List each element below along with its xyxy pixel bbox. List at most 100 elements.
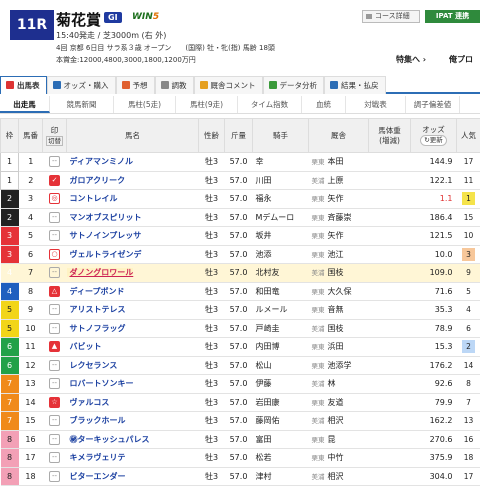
horse-name-link[interactable]: ガロアクリーク [67,176,126,185]
mark-cell[interactable]: △ [42,282,67,301]
mark-cell[interactable]: ◎ [42,189,67,209]
stable-name[interactable]: 音無 [328,305,344,314]
tab-6[interactable]: 結果・払戻 [324,76,386,94]
horse-name-cell[interactable]: キメラヴェリテ [66,448,199,468]
horse-name-cell[interactable]: ビターエンダー [66,467,199,486]
stable-cell[interactable]: 栗東 本田 [308,152,369,172]
mark-cell[interactable]: ✓ [42,171,67,190]
odds-cell[interactable]: 78.9 [410,319,457,338]
jockey-cell[interactable]: 松若 [252,448,309,468]
horse-name-link[interactable]: キメラヴェリテ [67,453,126,462]
stable-cell[interactable]: 美浦 国枝 [308,319,369,338]
mark-toggle[interactable]: -- [49,304,60,316]
horse-name-cell[interactable]: ブラックホール [66,411,199,431]
mark-toggle[interactable]: ☆ [49,396,60,408]
stable-name[interactable]: 浜田 [328,342,344,351]
table-row[interactable]: 7 13 -- ロバートソンキー 牡3 57.0 伊藤 美浦林 92.6 8 [0,374,480,394]
stable-name[interactable]: 中竹 [328,453,344,462]
subtab-3[interactable]: 馬柱(9走) [176,96,238,113]
stable-cell[interactable]: 美浦 上原 [308,171,369,190]
jockey-cell[interactable]: 津村 [252,467,309,486]
mark-toggle[interactable]: -- [49,359,60,371]
odds-cell[interactable]: 35.3 [410,300,457,320]
mark-cell[interactable]: -- [42,430,67,449]
mark-toggle[interactable]: -- [49,156,60,168]
odds-cell[interactable]: 176.2 [410,356,457,375]
stable-name[interactable]: 矢作 [328,194,344,203]
mark-toggle[interactable]: ◎ [49,193,60,205]
horse-name-link[interactable]: ディアマンミノル [67,157,133,166]
odds-cell[interactable]: 109.0 [410,263,457,283]
mark-toggle[interactable]: -- [49,470,60,482]
mark-cell[interactable]: -- [42,263,67,283]
horse-name-cell[interactable]: ガロアクリーク [66,171,199,190]
subtab-4[interactable]: タイム指数 [238,96,302,113]
stable-cell[interactable]: 美浦 相沢 [308,411,369,431]
stable-name[interactable]: 国枝 [328,324,344,333]
horse-name-cell[interactable]: レクセランス [66,356,199,375]
table-row[interactable]: 5 10 -- サトノフラッグ 牡3 57.0 戸崎圭 美浦 国枝 78.9 6 [0,319,480,338]
table-row[interactable]: 4 8 △ ディープボンド 牡3 57.0 和田竜 栗東 大久保 71.6 5 [0,282,480,301]
horse-name-cell[interactable]: コントレイル [66,189,199,209]
table-row[interactable]: 8 17 -- キメラヴェリテ 牡3 57.0 松若 栗東 中竹 375.9 18 [0,448,480,468]
stable-name[interactable]: 斉藤崇 [328,213,352,222]
jockey-cell[interactable]: 伊藤 [252,374,309,394]
stable-cell[interactable]: 栗東 矢作 [308,226,369,246]
odds-cell[interactable]: 71.6 [410,282,457,301]
stable-name[interactable]: 昆 [328,435,336,444]
jockey-cell[interactable]: 池添 [252,245,309,264]
tab-5[interactable]: データ分析 [262,76,324,94]
tab-0[interactable]: 出馬表 [0,76,47,94]
stable-cell[interactable]: 栗東 浜田 [308,337,369,357]
horse-name-link[interactable]: ㊙ターキッシュパレス [67,435,150,444]
tab-2[interactable]: 予想 [115,76,155,94]
horse-name-link[interactable]: バビット [67,342,102,351]
stable-cell[interactable]: 栗東 斉藤崇 [308,208,369,227]
table-row[interactable]: 6 11 ▲ バビット 牡3 57.0 内田博 栗東 浜田 15.3 2 [0,337,480,357]
horse-name-cell[interactable]: サトノフラッグ [66,319,199,338]
table-row[interactable]: 7 14 ☆ ヴァルコス 牡3 57.0 岩田康 栗東 友道 79.9 7 [0,393,480,412]
jockey-cell[interactable]: 岩田康 [252,393,309,412]
course-detail-button[interactable]: コース詳細 [362,10,420,23]
jockey-cell[interactable]: 松山 [252,356,309,375]
stable-cell[interactable]: 栗東 矢作 [308,189,369,209]
table-row[interactable]: 1 2 ✓ ガロアクリーク 牡3 57.0 川田 美浦 上原 122.1 11 [0,170,480,190]
horse-name-cell[interactable]: ヴェルトライゼンデ [66,245,199,264]
mark-cell[interactable]: ☆ [42,393,67,412]
subtab-7[interactable]: 調子偏差値 [406,96,460,113]
horse-name-link[interactable]: ダノングロワール [66,268,134,278]
stable-cell[interactable]: 栗東 音無 [308,300,369,320]
stable-cell[interactable]: 美浦林 [308,374,369,394]
horse-name-cell[interactable]: ダノングロワール [66,263,199,283]
table-row[interactable]: 2 3 ◎ コントレイル 牡3 57.0 福永 栗東 矢作 1.1 1 [0,189,480,209]
jockey-cell[interactable]: 富田 [252,430,309,449]
horse-name-cell[interactable]: ㊙ターキッシュパレス [66,430,199,449]
horse-name-cell[interactable]: サトノインプレッサ [66,226,199,246]
jockey-cell[interactable]: 幸 [252,152,309,172]
table-row[interactable]: 8 18 -- ビターエンダー 牡3 57.0 津村 美浦 相沢 304.0 17 [0,467,480,486]
feature-link[interactable]: 特集へ › [396,54,426,65]
horse-name-cell[interactable]: アリストテレス [66,300,199,320]
subtab-6[interactable]: 対戦表 [346,96,406,113]
mark-cell[interactable]: ▲ [42,337,67,357]
odds-cell[interactable]: 121.5 [410,226,457,246]
mark-toggle[interactable]: -- [49,230,60,242]
mark-toggle[interactable]: -- [49,211,60,223]
table-row[interactable]: 4 7 -- ダノングロワール 牡3 57.0 北村友 美浦 国枝 109.0 9 [0,263,480,283]
odds-cell[interactable]: 270.6 [410,430,457,449]
horse-name-link[interactable]: マンオブスピリット [67,213,142,222]
stable-cell[interactable]: 栗東 友道 [308,393,369,412]
jockey-cell[interactable]: 福永 [252,189,309,209]
jockey-cell[interactable]: 坂井 [252,226,309,246]
jockey-cell[interactable]: 川田 [252,171,309,190]
horse-name-link[interactable]: アリストテレス [67,305,126,314]
stable-cell[interactable]: 栗東昆 [308,430,369,449]
jockey-cell[interactable]: 北村友 [252,263,309,283]
odds-cell[interactable]: 122.1 [410,171,457,190]
odds-refresh-button[interactable]: ↻更新 [420,135,447,146]
odds-cell[interactable]: 186.4 [410,208,457,227]
horse-name-link[interactable]: サトノインプレッサ [67,231,142,240]
mark-cell[interactable]: -- [42,467,67,486]
horse-name-cell[interactable]: ディープボンド [66,282,199,301]
mark-cell[interactable]: ○ [42,245,67,264]
